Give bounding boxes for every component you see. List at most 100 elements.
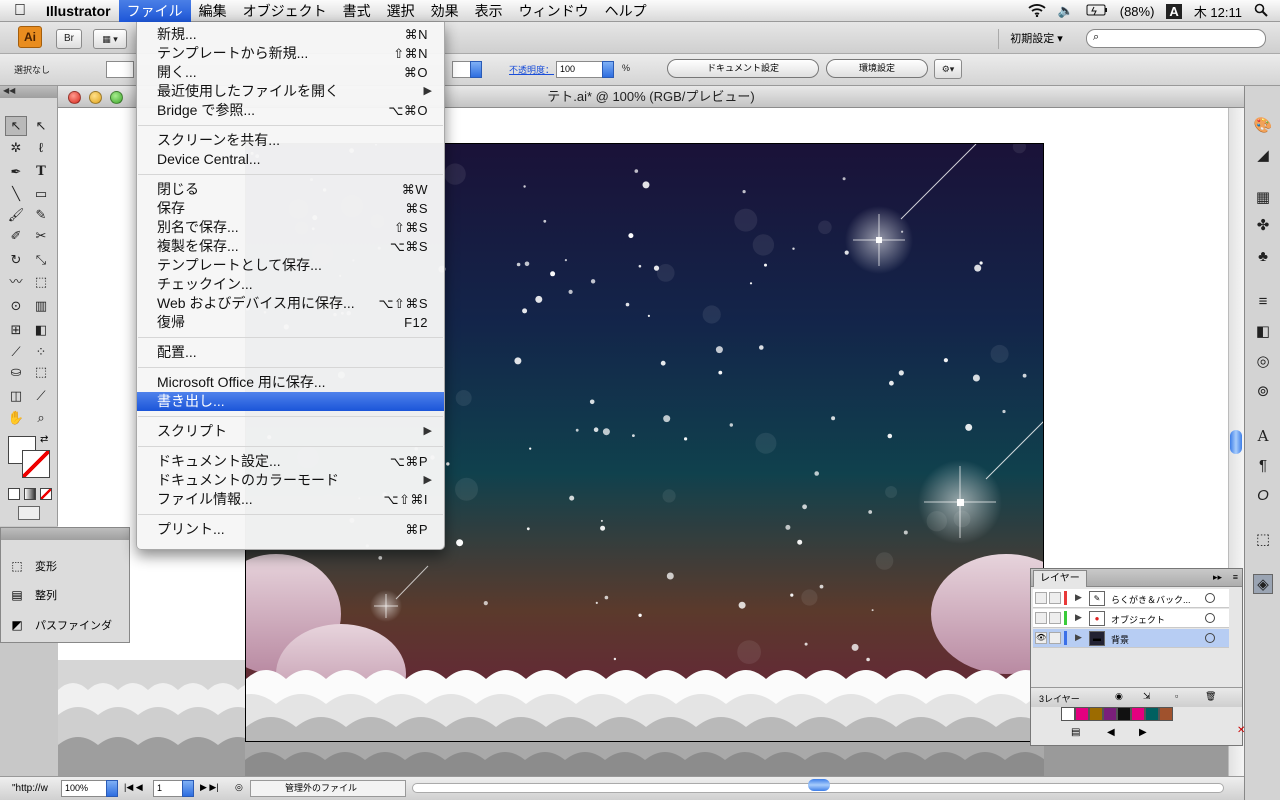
file-menu-item[interactable]: 最近使用したファイルを開く ▶ — [137, 82, 444, 101]
isolate-icon[interactable]: ⚙▾ — [934, 59, 962, 79]
prev-swatch-icon[interactable]: ◀ — [1107, 727, 1115, 738]
next-swatch-icon[interactable]: ▶ — [1139, 727, 1147, 738]
expand-arrow-icon[interactable]: ▶ — [1075, 632, 1082, 643]
preferences-button[interactable]: 環境設定 — [826, 59, 928, 78]
swatch-library-icon[interactable]: ▤ — [1071, 727, 1080, 738]
zoom-tool-icon[interactable]: ⌕ — [30, 408, 52, 428]
scissors-tool-icon[interactable]: ✂ — [30, 226, 52, 246]
visibility-eye-icon[interactable]: 👁 — [1035, 632, 1047, 644]
pen-tool-icon[interactable]: ✒ — [5, 162, 27, 182]
stroke-color-swatch[interactable] — [22, 450, 50, 478]
links-panel-icon[interactable]: ⬚ — [1253, 530, 1273, 550]
none-swatch-icon[interactable]: ✕ — [1237, 725, 1245, 736]
slice-tool-icon[interactable]: ⟋ — [30, 386, 52, 406]
bridge-button[interactable]: Br — [56, 29, 82, 49]
character-panel-icon[interactable]: A — [1253, 426, 1273, 446]
color-swatch[interactable] — [1103, 707, 1117, 721]
file-menu-item[interactable]: 閉じる ⌘W — [137, 180, 444, 199]
direct-selection-tool-icon[interactable]: ↖ — [30, 116, 52, 136]
lock-toggle[interactable] — [1049, 592, 1061, 604]
color-swatch[interactable] — [1061, 707, 1075, 721]
blend-tool-icon[interactable]: ⁘ — [30, 342, 52, 362]
pencil-tool-icon[interactable]: ✎ — [30, 205, 52, 225]
close-window-icon[interactable] — [68, 91, 81, 104]
paintbrush-tool-icon[interactable]: 🖌 — [5, 205, 27, 225]
line-tool-icon[interactable]: ╲ — [5, 184, 27, 204]
opacity-input[interactable]: 100 — [556, 61, 604, 78]
selection-tool-icon[interactable]: ↖ — [5, 116, 27, 136]
layer-row[interactable]: ▶ ✎ らくがき＆バック... — [1033, 589, 1229, 608]
style-dropdown-icon[interactable] — [470, 61, 482, 78]
app-menu[interactable]: Illustrator — [40, 0, 119, 22]
warp-tool-icon[interactable]: 〰 — [5, 272, 27, 292]
opacity-dropdown-icon[interactable] — [602, 61, 614, 78]
paragraph-panel-icon[interactable]: ¶ — [1253, 456, 1273, 476]
menu-object[interactable]: オブジェクト — [235, 0, 335, 22]
panel-align[interactable]: ▤ 整列 — [9, 587, 57, 603]
opacity-label[interactable]: 不透明度： — [509, 63, 554, 76]
file-menu-item[interactable]: スクリプト ▶ — [137, 422, 444, 441]
color-swatch[interactable] — [1117, 707, 1131, 721]
color-swatch[interactable] — [1145, 707, 1159, 721]
volume-icon[interactable]: 🔈 — [1058, 3, 1074, 19]
opentype-panel-icon[interactable]: O — [1253, 486, 1273, 506]
live-paint-bucket-tool-icon[interactable]: ⛀ — [5, 362, 27, 382]
status-cycle-icon[interactable]: ◎ — [235, 782, 243, 793]
zoom-window-icon[interactable] — [110, 91, 123, 104]
fill-color-select[interactable] — [106, 61, 134, 78]
input-mode-icon[interactable]: A — [1166, 3, 1182, 19]
brushes-panel-icon[interactable]: ✤ — [1253, 216, 1273, 236]
panel-pathfinder[interactable]: ◩ パスファインダ — [9, 617, 112, 633]
file-menu-item[interactable]: テンプレートから新規... ⇧⌘N — [137, 44, 444, 63]
gradient-mode-icon[interactable] — [24, 488, 36, 500]
color-swatch[interactable] — [1131, 707, 1145, 721]
symbols-panel-icon[interactable]: ♣ — [1253, 247, 1273, 267]
file-menu-item[interactable]: チェックイン... — [137, 275, 444, 294]
arrange-documents-icon[interactable]: ▦ ▾ — [93, 29, 127, 49]
file-menu-item[interactable]: 別名で保存... ⇧⌘S — [137, 218, 444, 237]
file-menu-item[interactable]: Web およびデバイス用に保存... ⌥⇧⌘S — [137, 294, 444, 313]
horizontal-scroll-thumb[interactable] — [808, 779, 830, 791]
expand-arrow-icon[interactable]: ▶ — [1075, 592, 1082, 603]
scale-tool-icon[interactable]: ⤡ — [30, 250, 52, 270]
color-mode-icon[interactable] — [8, 488, 20, 500]
next-artboard-icon[interactable]: ▶ ▶| — [200, 782, 219, 793]
menu-select[interactable]: 選択 — [379, 0, 423, 22]
file-menu-item[interactable]: 開く... ⌘O — [137, 63, 444, 82]
first-artboard-icon[interactable]: |◀ ◀ — [124, 782, 143, 793]
spotlight-icon[interactable] — [1254, 3, 1268, 20]
menu-effect[interactable]: 効果 — [423, 0, 467, 22]
lock-toggle[interactable] — [1049, 632, 1061, 644]
zoom-dropdown-icon[interactable] — [106, 780, 118, 797]
layer-row[interactable]: ▶ ● オブジェクト — [1033, 609, 1229, 628]
stroke-panel-icon[interactable]: ≡ — [1253, 292, 1273, 312]
menu-window[interactable]: ウィンドウ — [511, 0, 597, 22]
workspace-switcher[interactable]: 初期設定 ▾ — [998, 29, 1074, 49]
apple-menu-icon[interactable]:  — [0, 0, 40, 22]
symbol-sprayer-tool-icon[interactable]: ⊙ — [5, 296, 27, 316]
color-panel-icon[interactable]: 🎨 — [1253, 116, 1273, 136]
file-menu-item[interactable]: ファイル情報... ⌥⇧⌘I — [137, 490, 444, 509]
expand-arrow-icon[interactable]: ▶ — [1075, 612, 1082, 623]
artboard-number-input[interactable]: 1 — [153, 780, 183, 797]
magic-wand-tool-icon[interactable]: ✲ — [5, 138, 27, 158]
eyedropper-tool-icon[interactable]: ⟋ — [5, 342, 27, 362]
file-menu-item[interactable]: 復帰 F12 — [137, 313, 444, 332]
menu-help[interactable]: ヘルプ — [597, 0, 655, 22]
menu-file[interactable]: ファイル — [118, 0, 191, 22]
new-layer-icon[interactable]: ▫ — [1175, 691, 1178, 701]
target-icon[interactable] — [1205, 633, 1215, 643]
target-icon[interactable] — [1205, 613, 1215, 623]
none-mode-icon[interactable] — [40, 488, 52, 500]
zoom-input[interactable]: 100% — [61, 780, 107, 797]
menu-view[interactable]: 表示 — [467, 0, 511, 22]
panel-menu-icon[interactable]: ≡ — [1233, 572, 1238, 582]
live-paint-selection-tool-icon[interactable]: ⬚ — [30, 362, 52, 382]
help-search-input[interactable]: ⌕ — [1086, 29, 1266, 48]
transparency-panel-icon[interactable]: ◎ — [1253, 352, 1273, 372]
layers-panel-icon[interactable]: ◈ — [1253, 574, 1273, 594]
screen-mode-icon[interactable] — [18, 506, 40, 520]
gradient-panel-icon[interactable]: ◧ — [1253, 322, 1273, 342]
layers-tab[interactable]: レイヤー — [1033, 570, 1087, 587]
layer-name[interactable]: 背景 — [1111, 633, 1205, 646]
